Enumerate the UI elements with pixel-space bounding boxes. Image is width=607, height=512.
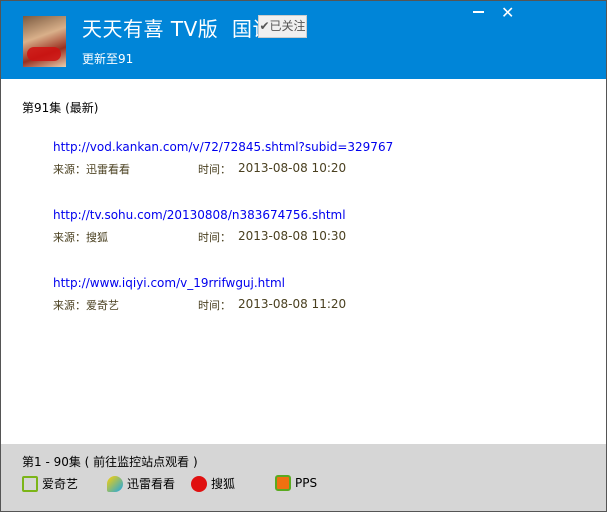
pps-icon xyxy=(275,475,291,491)
site-iqiyi[interactable]: 爱奇艺 xyxy=(22,475,78,492)
link-item: http://www.iqiyi.com/v_19rrifwguj.html 来… xyxy=(53,276,593,312)
header: 天天有喜 TV版 国语 ✔已关注 更新至91 ✕ xyxy=(1,1,606,79)
source-label: 来源：爱奇艺 xyxy=(53,299,119,312)
footer: 第1 - 90集 ( 前往监控站点观看 ) 爱奇艺 迅雷看看 搜狐 PPS xyxy=(1,444,606,511)
site-sohu[interactable]: 搜狐 xyxy=(191,475,235,492)
time-value: 2013-08-08 10:20 xyxy=(238,161,347,175)
link-item: http://vod.kankan.com/v/72/72845.shtml?s… xyxy=(53,140,593,176)
site-label: PPS xyxy=(295,476,318,490)
update-status: 更新至91 xyxy=(82,52,134,66)
show-poster xyxy=(23,16,66,67)
site-label: 爱奇艺 xyxy=(42,477,79,491)
time-label: 时间： xyxy=(198,231,231,244)
minimize-button[interactable] xyxy=(473,11,484,13)
show-title: 天天有喜 TV版 国语 xyxy=(82,17,273,41)
source-label: 来源：迅雷看看 xyxy=(53,163,130,176)
close-button[interactable]: ✕ xyxy=(501,3,514,22)
window: 天天有喜 TV版 国语 ✔已关注 更新至91 ✕ 第91集 (最新) http:… xyxy=(0,0,607,512)
time-label: 时间： xyxy=(198,299,231,312)
time-label: 时间： xyxy=(198,163,231,176)
site-pps[interactable]: PPS xyxy=(275,475,317,491)
sohu-icon xyxy=(191,475,207,492)
source-label: 来源：搜狐 xyxy=(53,231,108,244)
episode-link[interactable]: http://www.iqiyi.com/v_19rrifwguj.html xyxy=(53,276,593,290)
episode-link[interactable]: http://tv.sohu.com/20130808/n383674756.s… xyxy=(53,208,593,222)
episode-range: 第1 - 90集 ( 前往监控站点观看 ) xyxy=(22,455,198,469)
site-kankan[interactable]: 迅雷看看 xyxy=(107,475,175,492)
link-item: http://tv.sohu.com/20130808/n383674756.s… xyxy=(53,208,593,244)
episode-link[interactable]: http://vod.kankan.com/v/72/72845.shtml?s… xyxy=(53,140,593,154)
site-label: 迅雷看看 xyxy=(127,477,176,491)
episode-heading: 第91集 (最新) xyxy=(22,101,99,115)
follow-button[interactable]: ✔已关注 xyxy=(258,15,307,38)
iqiyi-icon xyxy=(22,475,38,492)
time-value: 2013-08-08 11:20 xyxy=(238,297,347,311)
site-label: 搜狐 xyxy=(211,477,236,491)
time-value: 2013-08-08 10:30 xyxy=(238,229,347,243)
kankan-icon xyxy=(107,475,123,492)
